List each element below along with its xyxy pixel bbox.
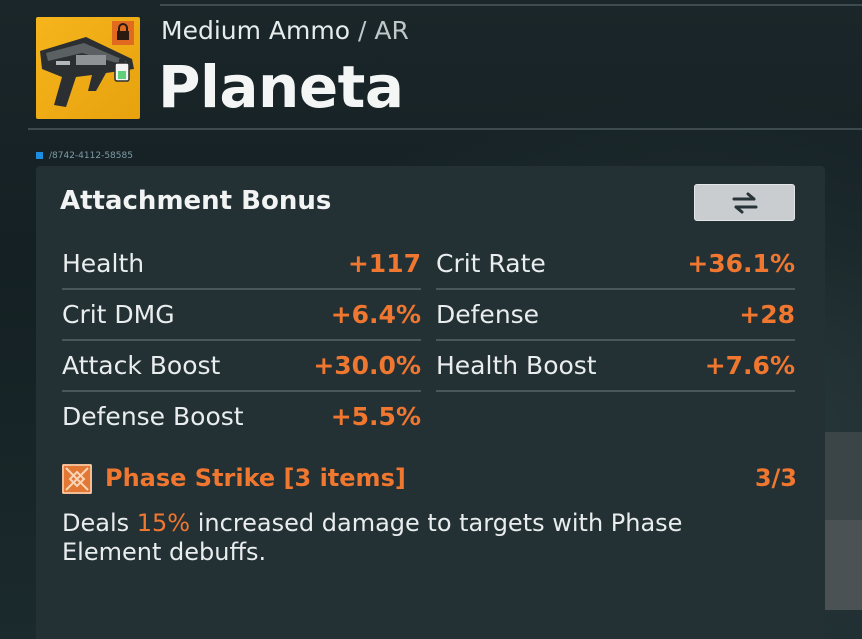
- swap-arrows-icon: [732, 192, 757, 213]
- serial-number: /8742-4112-58585: [36, 151, 133, 161]
- stat-label: Health Boost: [436, 351, 597, 380]
- stat-value: +117: [347, 249, 421, 278]
- serial-marker: [36, 152, 43, 159]
- set-bonus-row: Phase Strike [3 items] 3/3: [62, 464, 797, 496]
- stat-health: Health +117: [62, 239, 421, 290]
- set-bonus-description: Deals 15% increased damage to targets wi…: [62, 509, 732, 567]
- set-bonus-count: 3/3: [754, 464, 797, 492]
- stat-value: +5.5%: [330, 402, 421, 431]
- category-label: Medium Ammo: [161, 16, 351, 45]
- stat-value: +28: [739, 300, 795, 329]
- stat-label: Crit Rate: [436, 249, 546, 278]
- stat-row: Defense Boost +5.5%: [62, 392, 795, 443]
- stat-value: +7.6%: [704, 351, 795, 380]
- stat-label: Defense: [436, 300, 540, 329]
- stat-label: Attack Boost: [62, 351, 221, 380]
- top-divider: [160, 4, 862, 6]
- stat-health-boost: Health Boost +7.6%: [436, 341, 795, 392]
- lock-icon[interactable]: [112, 21, 134, 45]
- stat-value: +30.0%: [313, 351, 421, 380]
- stat-label: Defense Boost: [62, 402, 244, 431]
- attachment-bonus-panel: Attachment Bonus Health +117 Crit Rate +…: [36, 166, 825, 639]
- phase-strike-icon: [62, 464, 92, 494]
- stat-defense-boost: Defense Boost +5.5%: [62, 392, 421, 443]
- stat-label: Health: [62, 249, 145, 278]
- header-divider: [28, 128, 862, 130]
- stat-crit-rate: Crit Rate +36.1%: [436, 239, 795, 290]
- weapon-thumbnail: [36, 17, 140, 119]
- stat-row: Health +117 Crit Rate +36.1%: [62, 239, 795, 290]
- stat-list: Health +117 Crit Rate +36.1% Crit DMG +6…: [62, 239, 795, 443]
- stat-attack-boost: Attack Boost +30.0%: [62, 341, 421, 392]
- stat-crit-dmg: Crit DMG +6.4%: [62, 290, 421, 341]
- page-title: Planeta: [158, 53, 404, 121]
- stat-row: Attack Boost +30.0% Health Boost +7.6%: [62, 341, 795, 392]
- desc-highlight: 15%: [136, 509, 191, 537]
- stat-defense: Defense +28: [436, 290, 795, 341]
- battery-icon: [114, 59, 130, 82]
- stat-value: +36.1%: [687, 249, 795, 278]
- panel-title: Attachment Bonus: [60, 186, 332, 216]
- subcategory-label: AR: [374, 16, 409, 45]
- set-bonus-name: Phase Strike [3 items]: [105, 464, 406, 492]
- stat-row: Crit DMG +6.4% Defense +28: [62, 290, 795, 341]
- serial-text: /8742-4112-58585: [49, 151, 133, 161]
- category-separator: /: [357, 16, 367, 45]
- stat-value: +6.4%: [330, 300, 421, 329]
- weapon-category: Medium Ammo / AR: [161, 16, 409, 45]
- swap-button[interactable]: [694, 184, 795, 221]
- weapon-detail-screen: Medium Ammo / AR Planeta /8742-4112-5858…: [0, 0, 862, 639]
- desc-prefix: Deals: [62, 509, 137, 537]
- stat-label: Crit DMG: [62, 300, 175, 329]
